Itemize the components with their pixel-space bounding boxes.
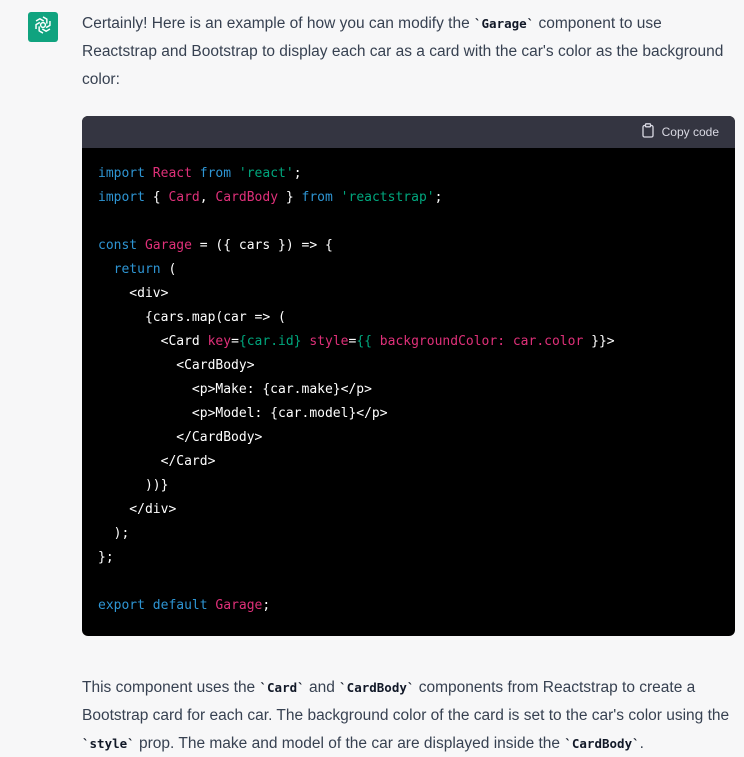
copy-code-button[interactable]: Copy code xyxy=(641,123,719,141)
code-token: Garage xyxy=(144,238,192,253)
code-token: = xyxy=(231,334,239,349)
code-token: import xyxy=(98,190,145,205)
code-token: = ({ cars }) => { xyxy=(191,238,333,253)
clipboard-icon xyxy=(641,123,655,141)
code-token: export xyxy=(98,598,145,613)
code-token: return xyxy=(113,262,161,277)
code-token: CardBody xyxy=(215,190,279,205)
code-line: <div> xyxy=(98,282,719,306)
code-token: const xyxy=(98,238,138,253)
outro-paragraph: This component uses the `Card` and `Card… xyxy=(82,674,732,757)
outro-text-1: This component uses the xyxy=(82,679,260,696)
code-token: <p>Make: {car.make}</p> xyxy=(98,382,372,397)
code-token: } xyxy=(278,190,302,205)
code-token: {{ xyxy=(356,334,372,349)
code-token: <CardBody> xyxy=(98,358,255,373)
code-line: ); xyxy=(98,522,719,546)
code-block: Copy code import React from 'react'; impo… xyxy=(82,116,735,636)
assistant-message-intro: Certainly! Here is an example of how you… xyxy=(82,10,732,94)
code-token: </div> xyxy=(98,502,177,517)
copy-code-label: Copy code xyxy=(661,125,719,139)
intro-text-1: Certainly! Here is an example of how you… xyxy=(82,15,474,32)
inline-code-garage: `Garage` xyxy=(474,16,535,31)
code-token: </CardBody> xyxy=(98,430,263,445)
assistant-avatar xyxy=(28,12,58,42)
code-token: {car.id} xyxy=(238,334,302,349)
code-line: <Card key={car.id} style={{ backgroundCo… xyxy=(98,330,719,354)
code-token: <Card xyxy=(98,334,208,349)
code-token: ( xyxy=(160,262,177,277)
code-token: </Card> xyxy=(98,454,216,469)
code-token: ); xyxy=(98,526,130,541)
code-token: 'react' xyxy=(238,166,294,181)
code-line: </div> xyxy=(98,498,719,522)
outro-text-2: and xyxy=(304,679,340,696)
code-token: <p>Model: {car.model}</p> xyxy=(98,406,388,421)
code-token: }; xyxy=(98,550,114,565)
code-line: </Card> xyxy=(98,450,719,474)
openai-logo-icon xyxy=(32,14,54,41)
code-token: { xyxy=(144,190,169,205)
inline-code-card: `Card` xyxy=(259,680,305,695)
intro-paragraph: Certainly! Here is an example of how you… xyxy=(82,10,732,94)
code-line: ))} xyxy=(98,474,719,498)
code-token: Garage xyxy=(215,598,263,613)
inline-code-style: `style` xyxy=(82,736,135,751)
inline-code-cardbody: `CardBody` xyxy=(339,680,415,695)
code-line: return ( xyxy=(98,258,719,282)
inline-code-cardbody-2: `CardBody` xyxy=(564,736,640,751)
code-content: import React from 'react'; import { Card,… xyxy=(82,148,735,632)
code-line: <p>Model: {car.model}</p> xyxy=(98,402,719,426)
code-line: </CardBody> xyxy=(98,426,719,450)
code-token: }}> xyxy=(583,334,615,349)
code-token: from xyxy=(199,166,232,181)
code-token: , xyxy=(199,190,216,205)
code-token: import xyxy=(98,166,145,181)
code-token: ; xyxy=(262,598,271,613)
code-token: 'reactstrap' xyxy=(340,190,435,205)
code-line: export default Garage; xyxy=(98,594,719,618)
outro-text-4: prop. The make and model of the car are … xyxy=(134,735,565,752)
code-line: }; xyxy=(98,546,719,570)
code-token: default xyxy=(152,598,208,613)
code-line: <p>Make: {car.make}</p> xyxy=(98,378,719,402)
code-token: backgroundColor: car.color xyxy=(379,334,584,349)
outro-text-5: . xyxy=(639,735,644,752)
code-line: const Garage = ({ cars }) => { xyxy=(98,234,719,258)
code-token: key xyxy=(207,334,232,349)
code-line: <CardBody> xyxy=(98,354,719,378)
code-token: Card xyxy=(168,190,200,205)
code-token: style xyxy=(309,334,349,349)
assistant-message-outro: This component uses the `Card` and `Card… xyxy=(82,674,732,757)
code-token: ; xyxy=(293,166,302,181)
code-token: <div> xyxy=(98,286,169,301)
code-line: {cars.map(car => ( xyxy=(98,306,719,330)
code-token: ))} xyxy=(98,478,169,493)
code-token: {cars.map(car => ( xyxy=(98,310,286,325)
code-token: from xyxy=(301,190,333,205)
code-block-header: Copy code xyxy=(82,116,735,148)
code-token: React xyxy=(152,166,192,181)
code-line: import React from 'react'; xyxy=(98,162,719,186)
code-line: import { Card, CardBody } from 'reactstr… xyxy=(98,186,719,210)
code-token: ; xyxy=(434,190,443,205)
